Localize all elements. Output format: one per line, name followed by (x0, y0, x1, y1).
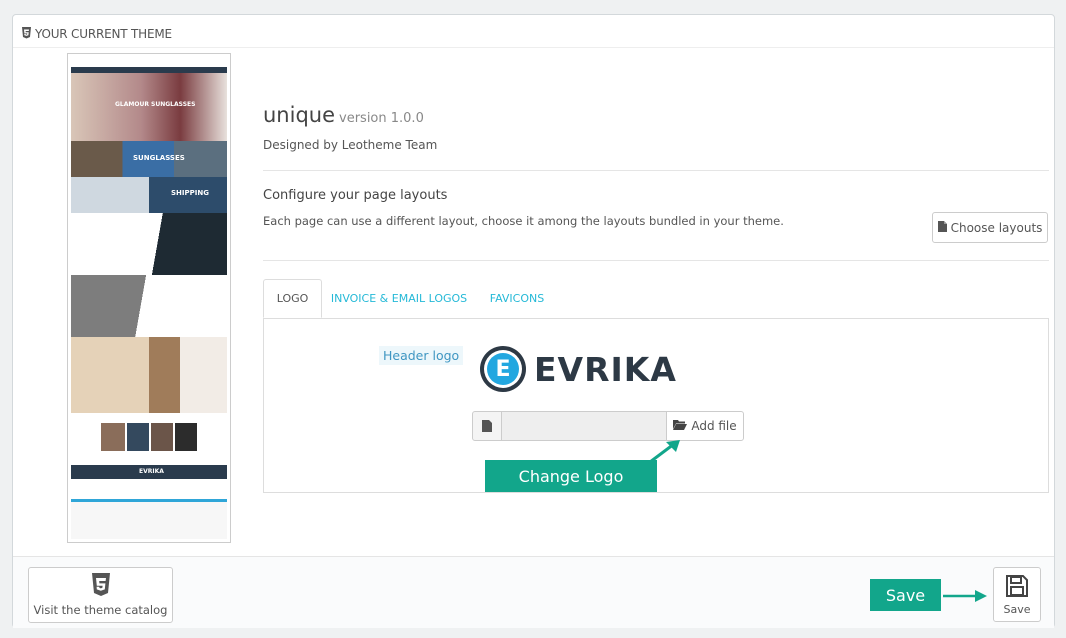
add-file-label: Add file (691, 419, 737, 433)
theme-preview-thumbnail: GLAMOUR SUNGLASSES SUNGLASSES SHIPPING E… (67, 53, 231, 543)
html5-icon (21, 26, 32, 42)
file-icon (937, 220, 947, 235)
logo-file-upload: Add file (472, 411, 744, 441)
thumb-products (71, 213, 227, 275)
thumb-banners: SUNGLASSES (71, 141, 227, 177)
folder-open-icon (673, 419, 688, 433)
tab-logo[interactable]: LOGO (263, 279, 322, 318)
floppy-disk-icon (1005, 574, 1029, 601)
thumb-bestsellers (71, 413, 227, 465)
thumb-footer (71, 499, 227, 539)
thumb-topbar (71, 57, 227, 67)
evrika-logo-text: EVRIKA (534, 349, 677, 389)
theme-title: unique version 1.0.0 (263, 103, 424, 127)
theme-panel: YOUR CURRENT THEME GLAMOUR SUNGLASSES SU… (12, 14, 1055, 628)
save-button[interactable]: Save (993, 567, 1041, 622)
visit-theme-catalog-button[interactable]: Visit the theme catalog (28, 567, 173, 623)
thumb-banner-text: SUNGLASSES (133, 154, 185, 162)
evrika-logo-letter: E (495, 356, 511, 382)
theme-name: unique (263, 103, 336, 127)
thumb-promo (71, 275, 227, 337)
thumb-footer-brand: EVRIKA (139, 468, 164, 475)
panel-heading: YOUR CURRENT THEME (21, 23, 172, 45)
choose-layouts-button[interactable]: Choose layouts (932, 212, 1048, 243)
thumb-hero: GLAMOUR SUNGLASSES (71, 73, 227, 141)
divider (263, 170, 1049, 171)
divider (263, 260, 1049, 261)
file-icon (472, 411, 502, 441)
theme-author: Designed by Leotheme Team (263, 138, 438, 152)
change-logo-arrow-icon (649, 440, 680, 464)
change-logo-callout: Change Logo (485, 460, 657, 492)
logo-tabs: LOGO INVOICE & EMAIL LOGOS FAVICONS (263, 279, 1049, 319)
header-logo-image: E EVRIKA (478, 344, 677, 394)
layouts-description: Each page can use a different layout, ch… (263, 214, 784, 228)
save-arrow-icon (943, 590, 987, 602)
thumb-shipping-text: SHIPPING (171, 189, 209, 197)
visit-theme-catalog-label: Visit the theme catalog (33, 603, 168, 617)
thumb-shipping: SHIPPING (71, 177, 227, 213)
thumb-brands (71, 479, 227, 499)
html5-icon (90, 573, 112, 600)
thumb-newsletter: EVRIKA (71, 465, 227, 479)
header-logo-label: Header logo (379, 346, 464, 365)
heading-divider (13, 47, 1054, 48)
layouts-title: Configure your page layouts (263, 188, 448, 203)
panel-title: YOUR CURRENT THEME (35, 27, 172, 41)
save-callout: Save (870, 579, 941, 611)
tab-invoice-email-logos[interactable]: INVOICE & EMAIL LOGOS (329, 279, 469, 318)
tab-favicons[interactable]: FAVICONS (479, 279, 555, 318)
thumb-hero-text: GLAMOUR SUNGLASSES (115, 101, 196, 108)
theme-version: version 1.0.0 (339, 111, 424, 126)
save-label: Save (1003, 602, 1031, 616)
choose-layouts-label: Choose layouts (950, 220, 1043, 235)
thumb-blog (71, 337, 227, 413)
